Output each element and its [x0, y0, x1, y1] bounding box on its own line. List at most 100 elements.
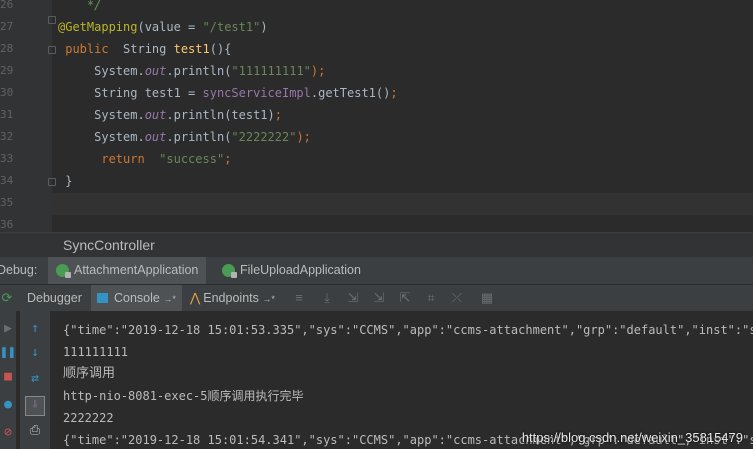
code-token: test1	[173, 42, 210, 56]
step-into-icon[interactable]: ⇲	[346, 291, 360, 305]
code-token: "success"	[159, 152, 225, 166]
code-token: syncServiceImpl	[202, 86, 311, 100]
line-number: 29	[0, 64, 14, 77]
debug-bug-icon	[56, 264, 71, 279]
code-token: (value =	[137, 20, 203, 34]
line-number: 26	[0, 0, 14, 11]
console-line: 顺序调用	[63, 366, 116, 381]
tab-fileupload-application[interactable]: FileUploadApplication	[214, 257, 369, 284]
code-editor[interactable]: 26 27 28 29 30 31 32 33 34 35 36 */ @GetMapping(val…	[0, 0, 753, 232]
run-to-cursor-icon[interactable]: ⤫	[450, 291, 464, 305]
code-token: out	[144, 64, 167, 78]
console-line-text: http-nio-8081-exec-5顺序调用执行完毕	[63, 389, 304, 403]
pin-arrow-icon: →*	[163, 294, 176, 304]
fold-marker-icon[interactable]	[48, 16, 56, 24]
fold-marker-icon[interactable]	[48, 46, 56, 54]
code-token: "/test1"	[202, 20, 261, 34]
scroll-to-end-icon[interactable]: ⇩	[25, 396, 45, 416]
stop-icon[interactable]: ■	[0, 369, 16, 385]
line-number: 27	[0, 20, 14, 33]
code-token: (){	[209, 42, 232, 56]
soft-wrap-icon[interactable]: ⇄	[27, 371, 43, 387]
breadcrumb: SyncController	[0, 232, 753, 257]
code-token: System.	[58, 130, 145, 144]
code-line: */	[58, 0, 101, 16]
drop-frame-icon[interactable]: ⌗	[424, 291, 438, 305]
endpoints-icon: ⋀	[190, 291, 201, 305]
code-token: );	[310, 64, 326, 78]
line-number: 35	[0, 196, 14, 209]
console-line: {"time":"2019-12-18 15:01:53.335","sys":…	[63, 323, 753, 337]
code-line: }	[58, 170, 72, 192]
debug-actions-strip: ▶ ❚❚ ■ ● ⊘	[0, 311, 16, 449]
tab-debugger[interactable]: Debugger	[22, 285, 87, 311]
step-over-icon[interactable]: ⤓	[320, 291, 334, 305]
tab-label: FileUploadApplication	[240, 263, 361, 277]
console-line: 111111111	[63, 345, 129, 359]
force-step-into-icon[interactable]: ⇲	[372, 291, 386, 305]
code-token: public	[58, 42, 109, 56]
debug-label: Debug:	[0, 263, 38, 277]
tab-attachment-application[interactable]: AttachmentApplication	[48, 257, 207, 284]
pin-arrow-icon: →*	[262, 294, 275, 304]
code-token: "111111111"	[231, 64, 311, 78]
code-token: String test1 =	[58, 86, 203, 100]
tab-console-label: Console	[114, 291, 160, 305]
line-number: 28	[0, 42, 14, 55]
code-token: "2222222"	[231, 130, 297, 144]
code-line: String test1 = syncServiceImpl.getTest1(…	[58, 82, 398, 104]
debug-bug-icon	[222, 264, 237, 279]
code-token: }	[58, 174, 73, 188]
code-token: return	[58, 152, 145, 166]
resume-icon[interactable]: ▶	[0, 321, 16, 337]
code-token: out	[144, 108, 167, 122]
step-out-icon[interactable]: ⇱	[398, 291, 412, 305]
scroll-down-icon[interactable]: ↓	[27, 345, 43, 361]
code-token: )	[260, 20, 268, 34]
code-line: System.out.println("111111111");	[58, 60, 325, 82]
code-token: .println(	[166, 64, 232, 78]
evaluate-expression-icon[interactable]: ▦	[480, 291, 494, 305]
code-token: );	[296, 130, 311, 144]
code-token: .getTest1()	[310, 86, 391, 100]
code-token: ;	[274, 108, 282, 122]
scroll-up-icon[interactable]: ↑	[27, 321, 43, 337]
code-token: String	[108, 42, 174, 56]
line-number: 34	[0, 174, 14, 187]
view-breakpoints-icon[interactable]: ●	[0, 397, 16, 413]
pause-icon[interactable]: ❚❚	[0, 345, 16, 361]
print-icon[interactable]: ⎙	[27, 423, 43, 439]
console-icon	[97, 293, 108, 303]
code-line: @GetMapping(value = "/test1")	[58, 16, 268, 38]
line-number: 31	[0, 108, 14, 121]
code-line: return "success";	[58, 148, 231, 170]
show-execution-point-icon[interactable]: ≡	[292, 291, 306, 305]
line-number: 30	[0, 86, 14, 99]
watermark: https://blog.csdn.net/weixin_35815479	[521, 430, 743, 445]
code-token: System.	[58, 64, 145, 78]
code-token: ;	[390, 86, 398, 100]
current-line-highlight	[52, 193, 753, 215]
console-line: 2222222	[63, 411, 114, 425]
code-token: System.	[58, 108, 145, 122]
console-output[interactable]: {"time":"2019-12-18 15:01:53.335","sys":…	[51, 311, 753, 449]
tab-console[interactable]: Console →*	[91, 285, 182, 311]
rerun-icon[interactable]: ⟳	[0, 291, 14, 305]
code-token: */	[58, 0, 102, 12]
code-token: .println(	[166, 130, 232, 144]
console-line: http-nio-8081-exec-5顺序调用执行完毕	[63, 385, 304, 407]
line-number: 33	[0, 152, 14, 165]
tab-endpoints[interactable]: ⋀ Endpoints →*	[184, 285, 281, 311]
code-token: ;	[224, 152, 232, 166]
debug-toolbar: ⟳ Debugger Console →* ⋀ Endpoints →* ≡ ⤓ …	[0, 285, 753, 312]
code-line: System.out.println(test1);	[58, 104, 282, 126]
mute-breakpoints-icon[interactable]: ⊘	[0, 425, 16, 441]
console-actions-strip: ↑ ↓ ⇄ ⇩ ⎙	[20, 311, 51, 449]
fold-marker-icon[interactable]	[48, 178, 56, 186]
breadcrumb-class-name[interactable]: SyncController	[63, 237, 155, 253]
code-token: out	[144, 130, 167, 144]
code-line: public String test1(){	[58, 38, 231, 60]
debug-session-bar: Debug: AttachmentApplication FileUploadA…	[0, 257, 753, 285]
tab-endpoints-label: Endpoints	[203, 291, 259, 305]
